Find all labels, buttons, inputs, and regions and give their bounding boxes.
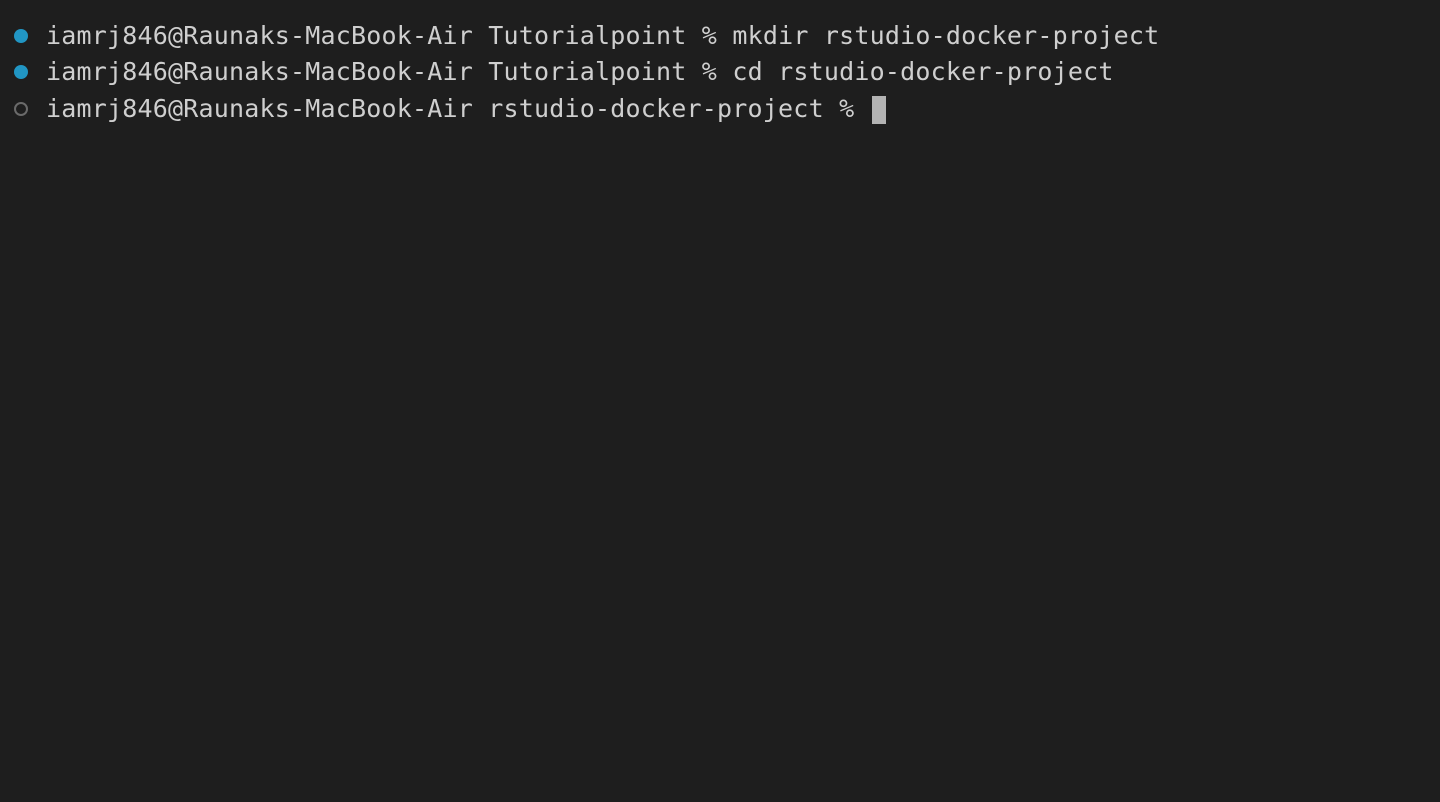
terminal-line: iamrj846@Raunaks-MacBook-Air Tutorialpoi… [14,18,1426,54]
prompt-bullet-icon [14,65,28,79]
prompt-bullet-icon [14,102,28,116]
command-text: cd rstudio-docker-project [732,57,1113,86]
terminal-line-text: iamrj846@Raunaks-MacBook-Air rstudio-doc… [46,91,886,127]
terminal-line: iamrj846@Raunaks-MacBook-Air rstudio-doc… [14,91,1426,127]
prompt-text: iamrj846@Raunaks-MacBook-Air rstudio-doc… [46,94,870,123]
prompt-text: iamrj846@Raunaks-MacBook-Air Tutorialpoi… [46,57,732,86]
prompt-bullet-icon [14,29,28,43]
prompt-text: iamrj846@Raunaks-MacBook-Air Tutorialpoi… [46,21,732,50]
command-text: mkdir rstudio-docker-project [732,21,1159,50]
terminal-line-text: iamrj846@Raunaks-MacBook-Air Tutorialpoi… [46,18,1159,54]
terminal-line: iamrj846@Raunaks-MacBook-Air Tutorialpoi… [14,54,1426,90]
terminal-line-text: iamrj846@Raunaks-MacBook-Air Tutorialpoi… [46,54,1114,90]
terminal-window[interactable]: iamrj846@Raunaks-MacBook-Air Tutorialpoi… [14,18,1426,127]
cursor-icon[interactable] [872,96,886,124]
